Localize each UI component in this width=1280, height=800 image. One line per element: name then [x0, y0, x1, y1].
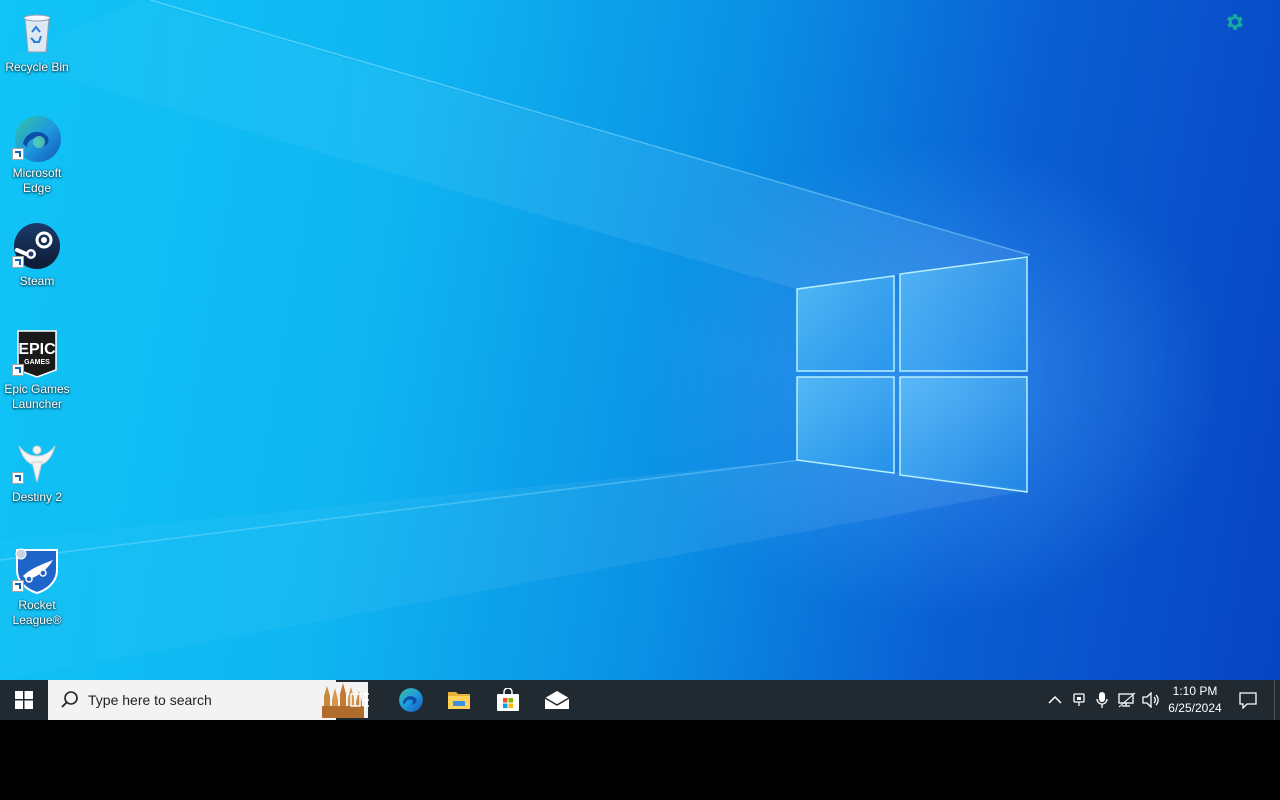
- microphone-button[interactable]: [1094, 680, 1110, 720]
- volume-button[interactable]: [1140, 680, 1162, 720]
- rocket-league-icon: [12, 546, 61, 594]
- clock-time: 1:10 PM: [1172, 684, 1218, 698]
- shortcut-arrow-icon: [12, 580, 24, 592]
- shortcut-arrow-icon: [12, 364, 24, 376]
- search-icon: [61, 691, 78, 708]
- taskbar-microsoft-store-button[interactable]: [485, 680, 531, 720]
- shortcut-arrow-icon: [12, 148, 24, 160]
- windows-start-icon: [15, 691, 33, 709]
- destiny-2-icon: [12, 438, 61, 486]
- epic-games-icon: EPIC GAMES: [12, 330, 61, 378]
- shortcut-arrow-icon: [12, 472, 24, 484]
- show-hidden-icons-button[interactable]: [1046, 680, 1064, 720]
- taskbar-edge-button[interactable]: [388, 680, 434, 720]
- task-view-button[interactable]: [338, 680, 382, 720]
- gear-icon[interactable]: [1224, 11, 1246, 33]
- svg-text:GAMES: GAMES: [24, 359, 50, 366]
- taskbar: Type here to search 1:10 PM 6/25/2024: [0, 680, 1280, 720]
- desktop-icon-steam[interactable]: Steam: [2, 222, 72, 289]
- edge-icon: [399, 688, 423, 712]
- meet-now-button[interactable]: [1070, 680, 1088, 720]
- volume-icon: [1142, 692, 1159, 708]
- mail-icon: [544, 691, 570, 709]
- edge-icon: [12, 114, 61, 162]
- taskbar-file-explorer-button[interactable]: [436, 680, 482, 720]
- desktop-icon-microsoft-edge[interactable]: Microsoft Edge: [2, 114, 72, 196]
- steam-icon: [12, 222, 61, 270]
- search-input[interactable]: Type here to search: [48, 680, 368, 720]
- search-placeholder: Type here to search: [88, 692, 212, 708]
- microphone-icon: [1096, 692, 1108, 708]
- svg-text:EPIC: EPIC: [18, 341, 56, 358]
- desktop-icon-rocket-league[interactable]: Rocket League®: [2, 546, 72, 628]
- taskbar-mail-button[interactable]: [534, 680, 580, 720]
- clock-date: 6/25/2024: [1168, 701, 1222, 715]
- desktop-icon-label: Microsoft Edge: [12, 166, 62, 195]
- start-button[interactable]: [0, 680, 48, 720]
- desktop-icon-epic-games[interactable]: EPIC GAMES Epic Games Launcher: [2, 330, 72, 412]
- action-center-button[interactable]: [1232, 680, 1264, 720]
- desktop[interactable]: Recycle Bin Microsoft Edge Steam EPIC GA…: [0, 0, 1280, 680]
- windows-logo-wallpaper: [796, 256, 1028, 493]
- notification-center-icon: [1239, 692, 1257, 709]
- desktop-icon-label: Rocket League®: [12, 598, 62, 627]
- network-button[interactable]: [1116, 680, 1138, 720]
- system-clock[interactable]: 1:10 PM 6/25/2024: [1160, 683, 1230, 717]
- show-desktop-button[interactable]: [1274, 680, 1280, 720]
- desktop-icon-label: Destiny 2: [11, 490, 63, 504]
- microsoft-store-icon: [497, 688, 519, 711]
- desktop-icon-destiny-2[interactable]: Destiny 2: [2, 438, 72, 505]
- desktop-icon-recycle-bin[interactable]: Recycle Bin: [2, 8, 72, 75]
- task-view-icon: [350, 692, 369, 708]
- recycle-bin-icon: [13, 8, 61, 56]
- chevron-up-icon: [1048, 695, 1062, 704]
- screen-bottom-border: [0, 720, 1280, 800]
- file-explorer-icon: [448, 692, 470, 709]
- desktop-icon-label: Epic Games Launcher: [4, 382, 70, 411]
- desktop-icon-label: Steam: [19, 274, 55, 288]
- shortcut-arrow-icon: [12, 256, 24, 268]
- meet-now-icon: [1073, 693, 1085, 706]
- network-icon: [1118, 692, 1136, 708]
- desktop-icon-label: Recycle Bin: [5, 60, 69, 74]
